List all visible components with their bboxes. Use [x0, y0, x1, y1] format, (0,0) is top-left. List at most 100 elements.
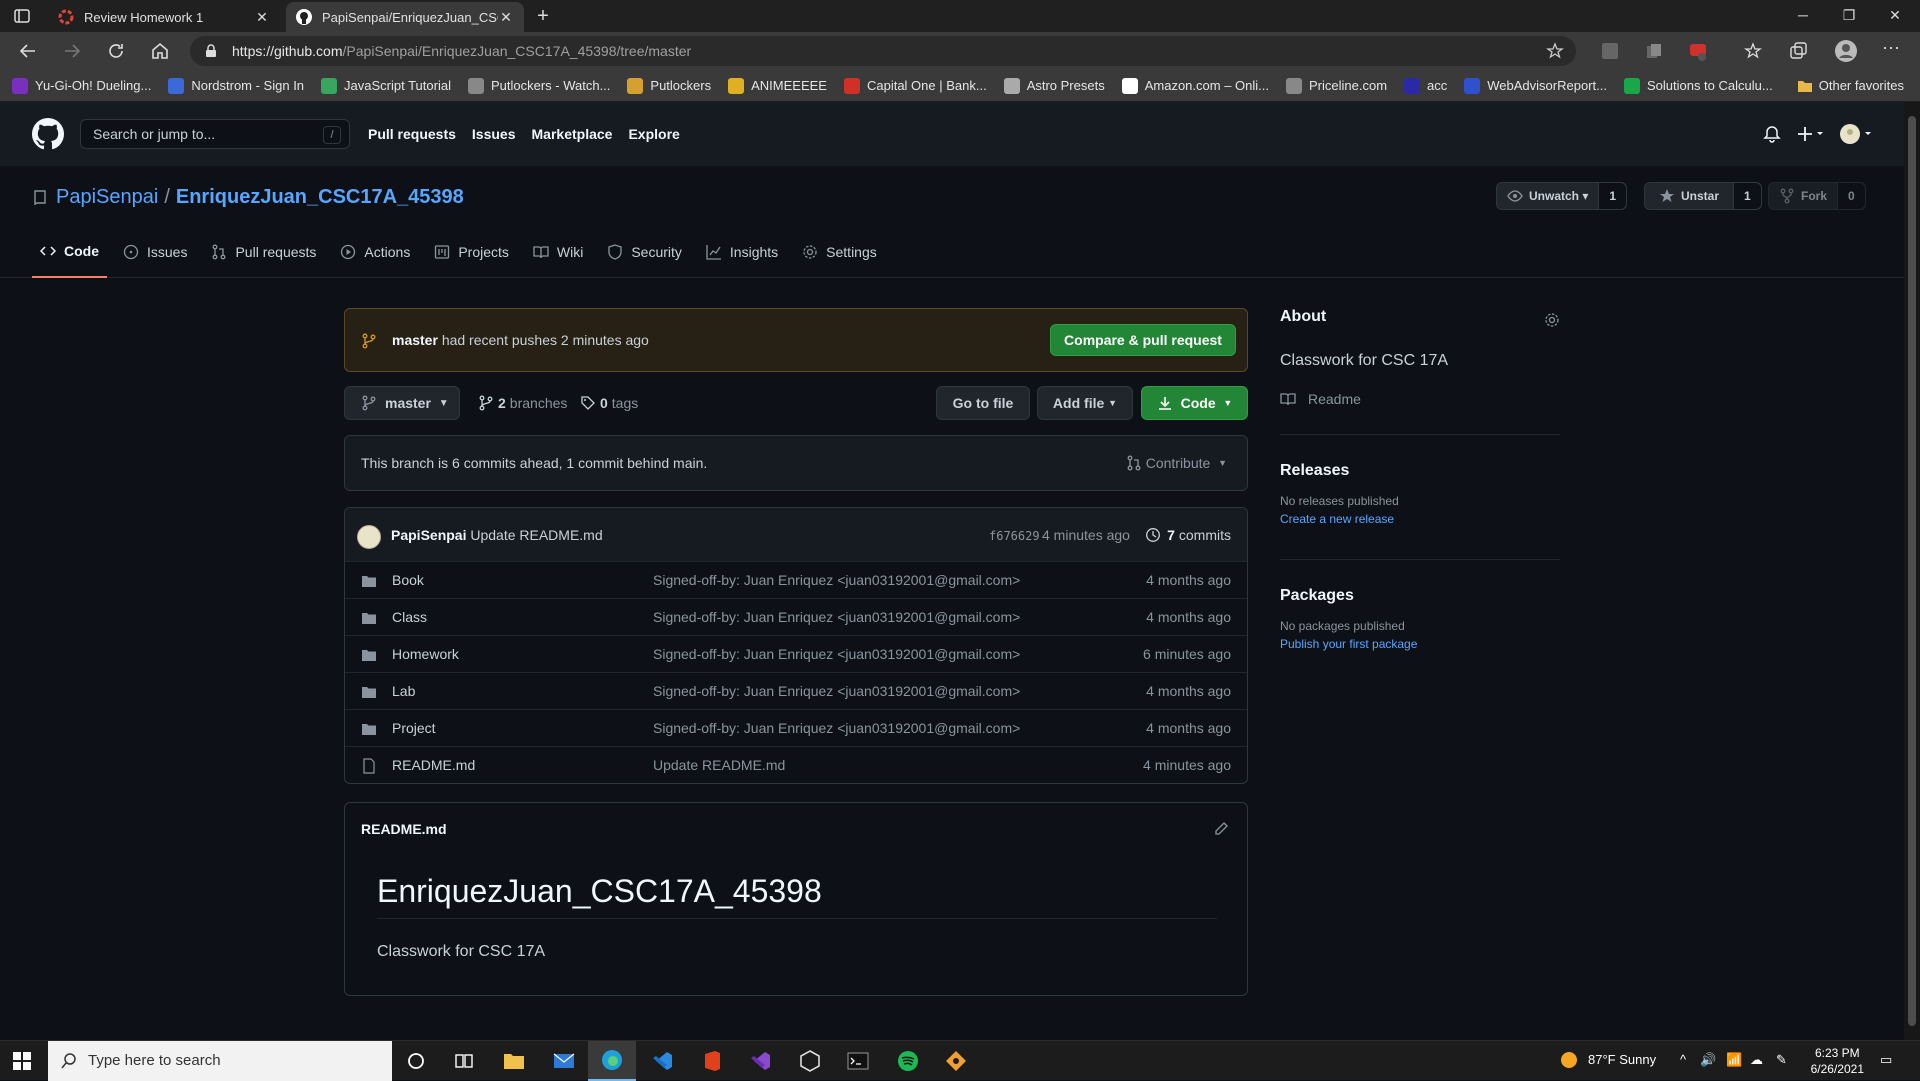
releases-title[interactable]: Releases [1280, 462, 1399, 480]
github-search-input[interactable]: Search or jump to... / [80, 119, 350, 149]
browser-tab-review-homework[interactable]: Review Homework 1 ✕ [48, 2, 280, 32]
notifications-icon[interactable]: ▭ [1880, 1052, 1892, 1068]
tab-wiki[interactable]: Wiki [525, 226, 591, 278]
refresh-icon[interactable] [104, 39, 128, 63]
bookmark-item[interactable]: Solutions to Calculu... [1623, 77, 1773, 94]
file-row[interactable]: Book Signed-off-by: Juan Enriquez <juan03… [345, 562, 1247, 599]
tab-actions-icon[interactable] [12, 6, 32, 26]
file-commit-message-link[interactable]: Signed-off-by: Juan Enriquez <juan031920… [653, 646, 1020, 662]
tab-code[interactable]: Code [32, 226, 107, 278]
address-bar[interactable]: https://github.com/PapiSenpai/EnriquezJu… [190, 36, 1576, 66]
close-tab-icon[interactable]: ✕ [254, 9, 270, 25]
extension-icon[interactable] [1600, 41, 1620, 61]
maximize-button[interactable]: ❐ [1826, 0, 1872, 30]
collections-icon[interactable] [1788, 41, 1808, 61]
notifications-bell-icon[interactable] [1762, 124, 1782, 144]
back-icon[interactable] [16, 39, 40, 63]
go-to-file-button[interactable]: Go to file [936, 386, 1030, 420]
commit-author-link[interactable]: PapiSenpai [391, 527, 466, 543]
office-icon[interactable] [688, 1041, 736, 1081]
edge-browser-icon[interactable] [588, 1041, 636, 1081]
cortana-icon[interactable] [392, 1041, 440, 1081]
packages-title[interactable]: Packages [1280, 587, 1417, 605]
file-row[interactable]: Class Signed-off-by: Juan Enriquez <juan0… [345, 599, 1247, 636]
tags-link[interactable]: 0 tags [580, 395, 638, 411]
tab-insights[interactable]: Insights [698, 226, 786, 278]
file-name-link[interactable]: Class [392, 609, 427, 625]
code-download-button[interactable]: Code ▼ [1141, 386, 1248, 420]
system-clock[interactable]: 6:23 PM 6/26/2021 [1811, 1045, 1864, 1077]
tray-overflow-icon[interactable]: ^ [1680, 1052, 1686, 1067]
pen-icon[interactable]: ✎ [1776, 1052, 1787, 1068]
favorite-star-icon[interactable] [1546, 42, 1564, 60]
bookmark-item[interactable]: ANIMEEEEE [728, 77, 827, 94]
terminal-icon[interactable] [834, 1041, 882, 1081]
bookmark-item[interactable]: Priceline.com [1286, 77, 1387, 94]
watch-button[interactable]: Unwatch ▾ 1 [1496, 182, 1628, 210]
user-avatar-menu[interactable] [1840, 124, 1874, 144]
bookmark-item[interactable]: Yu-Gi-Oh! Dueling... [12, 77, 151, 94]
scrollbar-thumb[interactable] [1908, 116, 1916, 1026]
bookmark-item[interactable]: JavaScript Tutorial [321, 77, 451, 94]
contribute-dropdown[interactable]: Contribute ▼ [1126, 455, 1227, 471]
compare-pull-request-button[interactable]: Compare & pull request [1050, 324, 1236, 356]
file-row[interactable]: README.md Update README.md 4 minutes ago [345, 747, 1247, 783]
tab-settings[interactable]: Settings [794, 226, 885, 278]
tab-pull-requests[interactable]: Pull requests [203, 226, 324, 278]
profile-icon[interactable] [1834, 39, 1858, 63]
taskbar-search-input[interactable]: Type here to search [48, 1041, 392, 1081]
git-kraken-icon[interactable] [932, 1041, 980, 1081]
file-commit-message-link[interactable]: Update README.md [653, 757, 785, 773]
bookmark-item[interactable]: WebAdvisorReport... [1464, 77, 1607, 94]
file-commit-message-link[interactable]: Signed-off-by: Juan Enriquez <juan031920… [653, 609, 1020, 625]
repo-owner-link[interactable]: PapiSenpai [56, 186, 158, 209]
adblock-extension-icon[interactable] [1688, 41, 1708, 61]
bookmark-item[interactable]: Astro Presets [1003, 77, 1105, 94]
bookmark-item[interactable]: Putlockers [627, 77, 711, 94]
page-scrollbar[interactable] [1904, 102, 1920, 1040]
file-name-link[interactable]: Project [392, 720, 436, 736]
browser-tab-github[interactable]: PapiSenpai/EnriquezJuan_CSC17A_45398 ✕ [286, 2, 524, 32]
branch-select-button[interactable]: master ▼ [344, 386, 460, 420]
star-count[interactable]: 1 [1733, 183, 1761, 209]
repo-name-link[interactable]: EnriquezJuan_CSC17A_45398 [176, 186, 464, 209]
commit-sha-link[interactable]: f676629 [989, 529, 1040, 543]
close-tab-icon[interactable]: ✕ [498, 9, 514, 25]
file-row[interactable]: Lab Signed-off-by: Juan Enriquez <juan031… [345, 673, 1247, 710]
file-name-link[interactable]: Book [392, 572, 424, 588]
file-name-link[interactable]: README.md [392, 757, 475, 773]
extension-icon[interactable] [1644, 41, 1664, 61]
bookmark-item[interactable]: Capital One | Bank... [843, 77, 987, 94]
home-icon[interactable] [148, 39, 172, 63]
more-options-icon[interactable]: ··· [1882, 38, 1902, 61]
favorites-icon[interactable] [1744, 41, 1764, 61]
bookmark-item[interactable]: Amazon.com – Onli... [1121, 77, 1269, 94]
volume-icon[interactable]: 🔊 [1700, 1052, 1716, 1068]
bookmark-item[interactable]: Putlockers - Watch... [467, 77, 610, 94]
avatar[interactable] [357, 525, 381, 549]
branches-link[interactable]: 2 branches [478, 395, 567, 411]
file-commit-message-link[interactable]: Signed-off-by: Juan Enriquez <juan031920… [653, 720, 1020, 736]
commit-message-link[interactable]: Update README.md [470, 527, 602, 543]
file-row[interactable]: Project Signed-off-by: Juan Enriquez <jua… [345, 710, 1247, 747]
create-new-plus-icon[interactable] [1796, 124, 1826, 144]
tab-actions[interactable]: Actions [332, 226, 418, 278]
tab-projects[interactable]: Projects [426, 226, 517, 278]
file-commit-message-link[interactable]: Signed-off-by: Juan Enriquez <juan031920… [653, 572, 1020, 588]
file-name-link[interactable]: Lab [392, 683, 415, 699]
file-commit-message-link[interactable]: Signed-off-by: Juan Enriquez <juan031920… [653, 683, 1020, 699]
weather-sun-icon[interactable] [1560, 1051, 1578, 1069]
file-row[interactable]: Homework Signed-off-by: Juan Enriquez <ju… [345, 636, 1247, 673]
github-logo-icon[interactable] [32, 118, 64, 150]
watch-count[interactable]: 1 [1598, 183, 1627, 209]
publish-package-link[interactable]: Publish your first package [1280, 637, 1417, 651]
new-tab-button[interactable]: + [532, 6, 554, 28]
nav-issues[interactable]: Issues [472, 126, 516, 142]
create-release-link[interactable]: Create a new release [1280, 512, 1399, 526]
tab-security[interactable]: Security [599, 226, 690, 278]
edit-pencil-icon[interactable] [1213, 821, 1229, 837]
close-window-button[interactable]: ✕ [1872, 0, 1918, 30]
mail-icon[interactable] [540, 1041, 588, 1081]
nav-marketplace[interactable]: Marketplace [532, 126, 613, 142]
visual-studio-icon[interactable] [736, 1041, 784, 1081]
